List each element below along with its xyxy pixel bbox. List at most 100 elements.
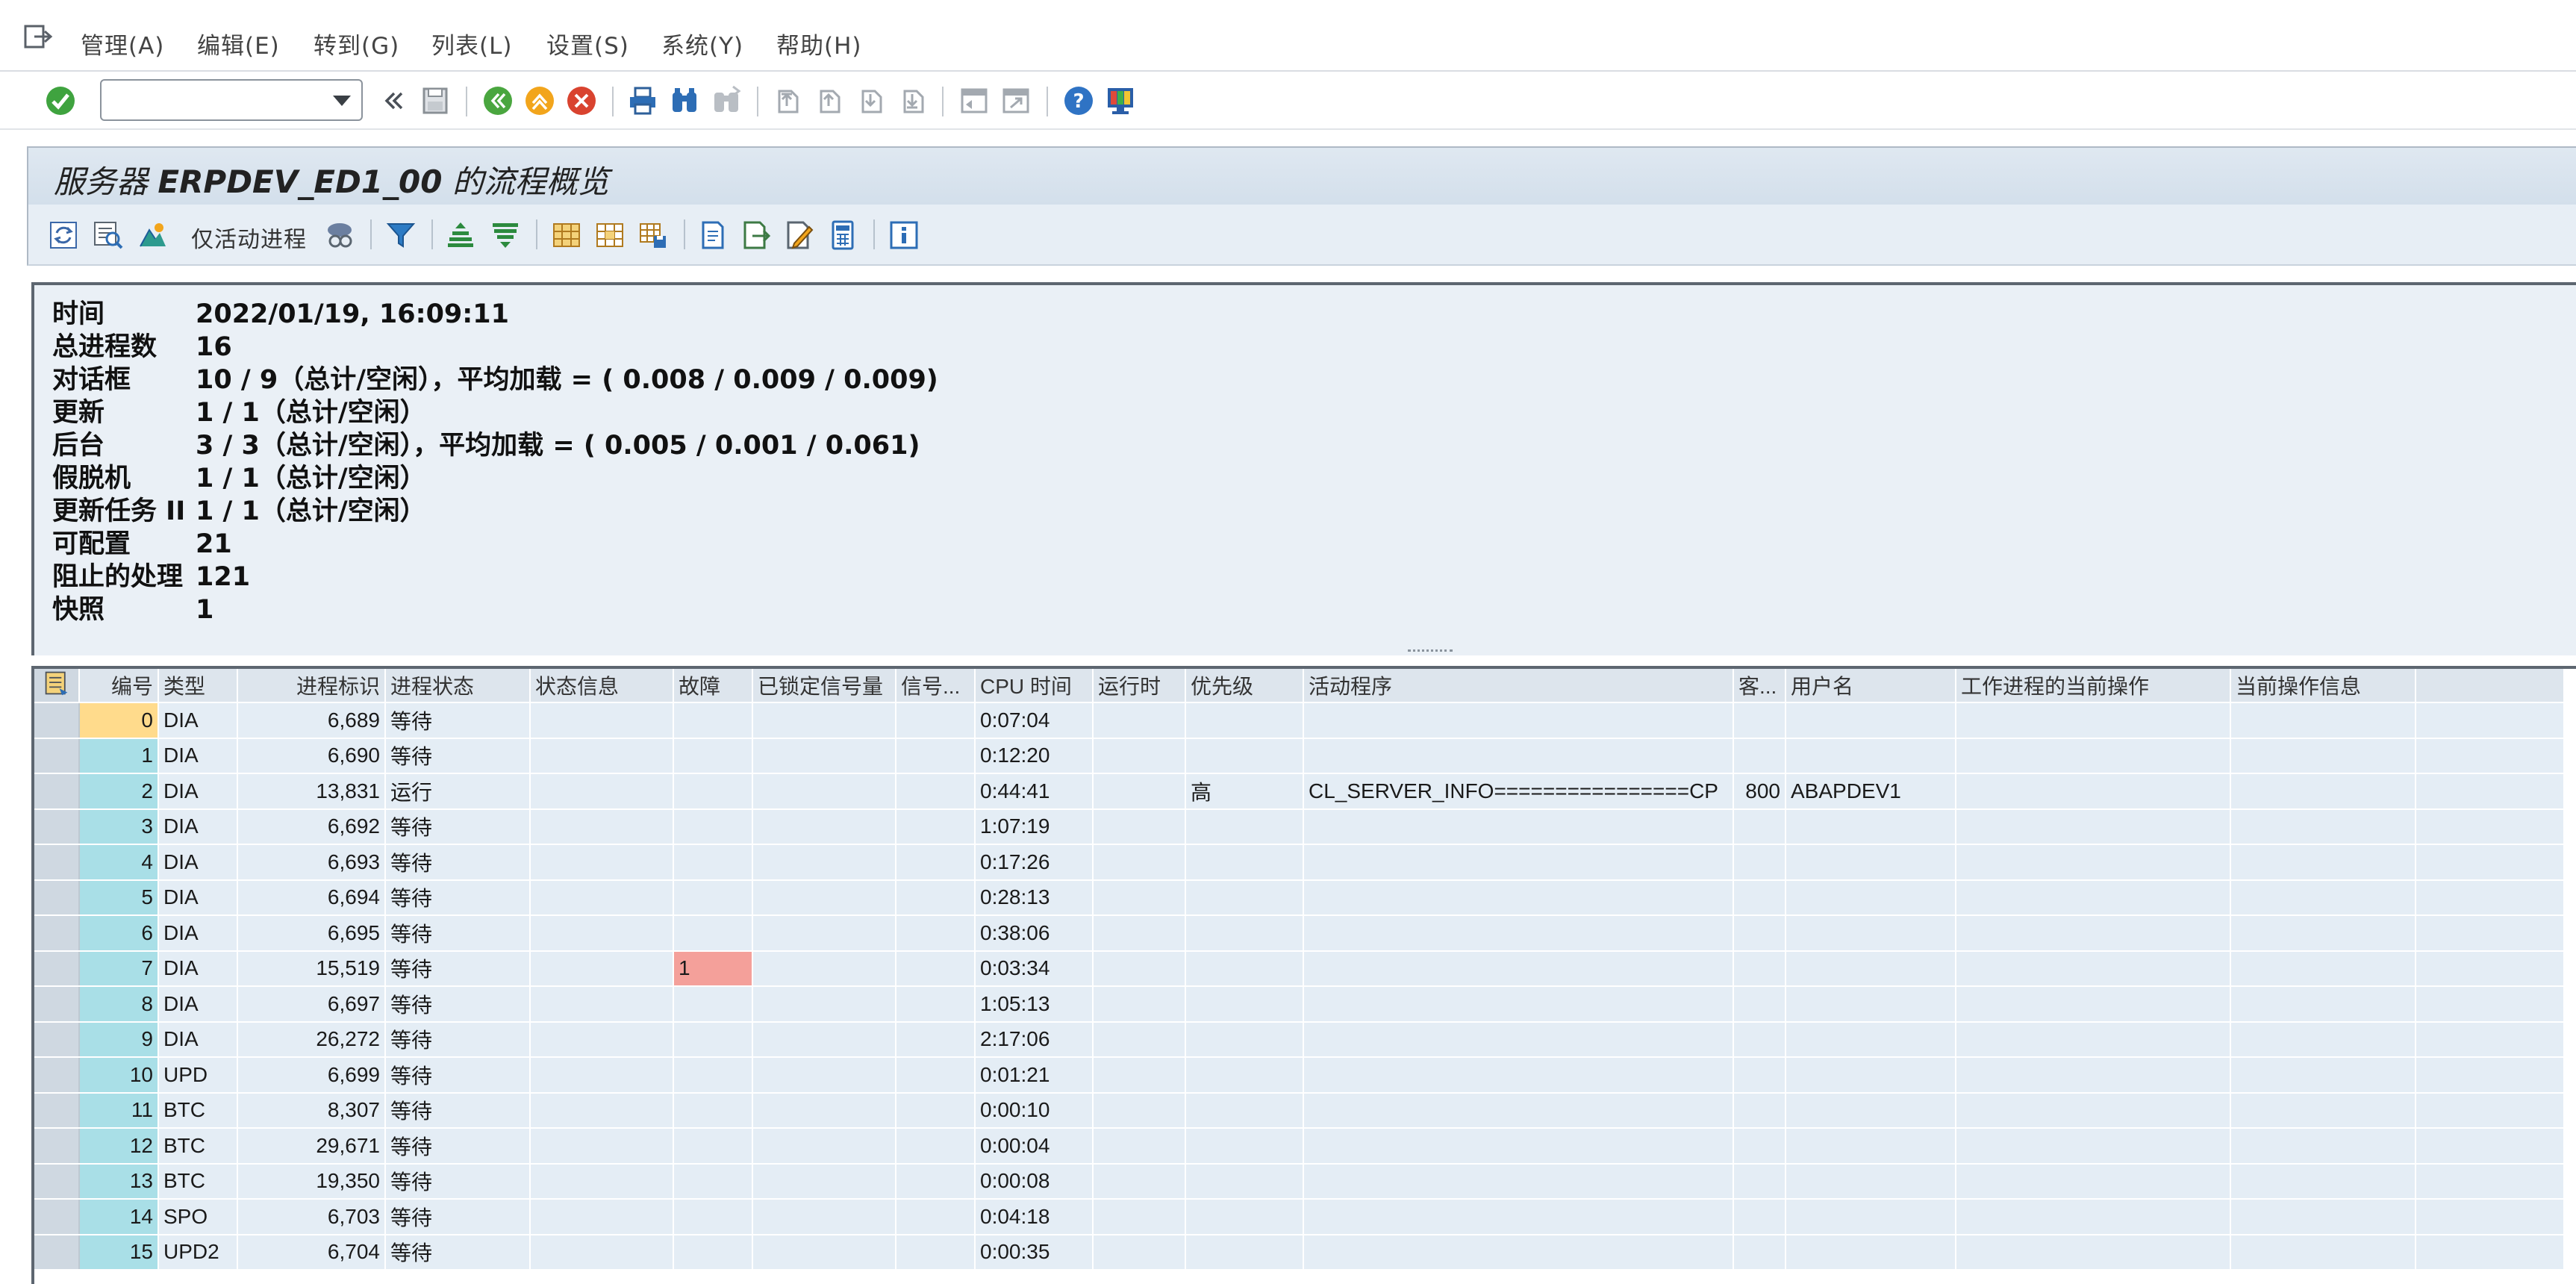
cell-process-status[interactable]: 等待 [385,915,531,952]
customize-layout-icon[interactable] [1103,84,1138,118]
cell-priority[interactable] [1185,1128,1304,1165]
cell-process-status[interactable]: 等待 [385,950,531,987]
cancel-icon[interactable] [564,84,599,118]
cell-process-id[interactable]: 6,694 [237,879,386,916]
cell-current-action[interactable] [1956,1128,2231,1165]
calculator-icon[interactable] [826,218,860,252]
cell-process-type[interactable]: DIA [158,808,238,845]
cell-active-program[interactable]: CL_SERVER_INFO================CP [1303,773,1734,810]
cell-priority[interactable] [1185,1199,1304,1235]
cell-user-name[interactable] [1786,738,1956,774]
cell-client[interactable] [1733,879,1786,916]
cell-user-name[interactable] [1786,915,1956,952]
cell-process-id[interactable]: 8,307 [237,1092,386,1129]
cell-active-program[interactable] [1303,1057,1734,1094]
cell-current-action-info[interactable] [2230,1234,2416,1271]
cell-user-name[interactable] [1786,1128,1956,1165]
cell-cpu-time[interactable]: 0:04:18 [975,1199,1094,1235]
cell-current-action-info[interactable] [2230,738,2416,774]
cell-current-action[interactable] [1956,1234,2231,1271]
row-selector[interactable] [34,915,80,952]
col-header-pid[interactable]: 进程标识 [237,669,386,703]
row-selector[interactable] [34,1234,80,1271]
col-header-semaphore[interactable]: 信号... [896,669,976,703]
cell-process-number[interactable]: 11 [79,1092,159,1129]
cell-client[interactable]: 800 [1733,773,1786,810]
cell-runtime[interactable] [1093,1057,1186,1094]
cell-process-id[interactable]: 6,695 [237,915,386,952]
cell-runtime[interactable] [1093,986,1186,1023]
cell-cpu-time[interactable]: 0:17:26 [975,844,1094,881]
cell-priority[interactable] [1185,915,1304,952]
cell-process-status[interactable]: 等待 [385,1057,531,1094]
cell-cpu-time[interactable]: 0:03:34 [975,950,1094,987]
cell-process-type[interactable]: DIA [158,844,238,881]
cell-error-count[interactable] [673,1234,753,1271]
cell-client[interactable] [1733,1057,1786,1094]
cell-error-count[interactable] [673,808,753,845]
cell-process-type[interactable]: BTC [158,1128,238,1165]
row-selector[interactable] [34,1199,80,1235]
cell-process-type[interactable]: DIA [158,1021,238,1058]
cell-current-action[interactable] [1956,844,2231,881]
cell-priority[interactable] [1185,1057,1304,1094]
cell-current-action-info[interactable] [2230,702,2416,739]
cell-active-program[interactable] [1303,986,1734,1023]
cell-priority[interactable] [1185,1092,1304,1129]
cell-semaphore[interactable] [896,1092,976,1129]
cell-locked-semaphores[interactable] [752,879,896,916]
cell-error-count[interactable] [673,844,753,881]
cell-locked-semaphores[interactable] [752,1092,896,1129]
cell-user-name[interactable] [1786,844,1956,881]
cell-priority[interactable] [1185,738,1304,774]
shortcut-icon[interactable] [999,84,1033,118]
cell-priority[interactable] [1185,844,1304,881]
cell-semaphore[interactable] [896,844,976,881]
cell-cpu-time[interactable]: 0:00:10 [975,1092,1094,1129]
cell-locked-semaphores[interactable] [752,702,896,739]
cell-current-action-info[interactable] [2230,808,2416,845]
cell-semaphore[interactable] [896,702,976,739]
cell-runtime[interactable] [1093,915,1186,952]
menu-item-goto[interactable]: 转到(G) [314,27,399,60]
cell-semaphore[interactable] [896,773,976,810]
cell-process-status[interactable]: 等待 [385,844,531,881]
cell-client[interactable] [1733,1128,1786,1165]
col-header-runtime[interactable]: 运行时 [1093,669,1186,703]
refresh-icon[interactable] [46,218,81,252]
filter-icon[interactable] [384,218,418,252]
cell-client[interactable] [1733,808,1786,845]
cell-semaphore[interactable] [896,1128,976,1165]
cell-current-action[interactable] [1956,702,2231,739]
cell-process-id[interactable]: 19,350 [237,1163,386,1200]
cell-process-number[interactable]: 8 [79,986,159,1023]
cell-status-info[interactable] [530,738,674,774]
cell-status-info[interactable] [530,844,674,881]
enter-icon[interactable] [43,84,78,118]
menu-item-settings[interactable]: 设置(S) [546,27,629,60]
cell-process-number[interactable]: 7 [79,950,159,987]
cell-client[interactable] [1733,1199,1786,1235]
cell-semaphore[interactable] [896,1234,976,1271]
cell-user-name[interactable]: ABAPDEV1 [1786,773,1956,810]
cell-current-action-info[interactable] [2230,950,2416,987]
cell-current-action[interactable] [1956,773,2231,810]
cell-active-program[interactable] [1303,1021,1734,1058]
cell-process-status[interactable]: 等待 [385,738,531,774]
cell-active-program[interactable] [1303,915,1734,952]
cell-error-count[interactable] [673,773,753,810]
menu-item-help[interactable]: 帮助(H) [776,27,862,60]
cell-process-id[interactable]: 6,697 [237,986,386,1023]
layout-menu-icon[interactable] [43,671,70,701]
cell-active-program[interactable] [1303,844,1734,881]
cell-current-action-info[interactable] [2230,1092,2416,1129]
cell-process-status[interactable]: 等待 [385,1234,531,1271]
cell-cpu-time[interactable]: 2:17:06 [975,1021,1094,1058]
cell-runtime[interactable] [1093,1128,1186,1165]
command-field[interactable] [100,79,363,121]
cell-current-action-info[interactable] [2230,879,2416,916]
cell-process-type[interactable]: DIA [158,879,238,916]
cell-priority[interactable] [1185,702,1304,739]
row-selector[interactable] [34,773,80,810]
row-selector[interactable] [34,1057,80,1094]
